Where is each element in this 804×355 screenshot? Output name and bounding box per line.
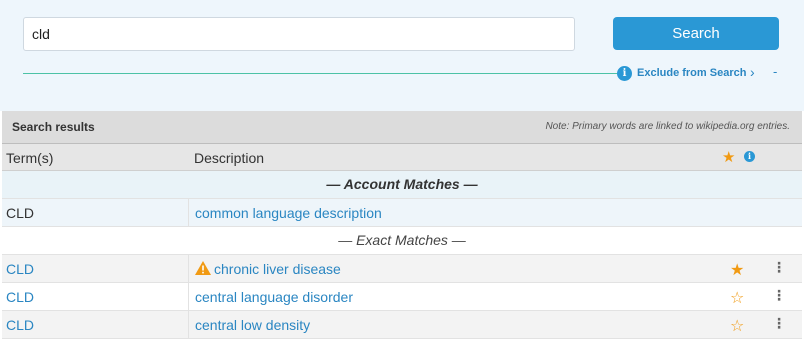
term-link[interactable]: CLD	[6, 317, 34, 333]
table-row: CLD central low density ☆ ⋮	[2, 311, 802, 339]
search-input[interactable]	[23, 17, 575, 51]
star-icon[interactable]: ★	[722, 148, 735, 166]
results-note: Note: Primary words are linked to wikipe…	[545, 121, 790, 132]
star-outline-icon[interactable]: ☆	[730, 288, 744, 308]
description-link[interactable]: common language description	[195, 205, 382, 221]
table-row: CLD common language description	[2, 199, 802, 227]
more-options-icon[interactable]: ⋮	[772, 316, 786, 330]
collapse-icon[interactable]: -	[773, 64, 777, 79]
description-link[interactable]: central language disorder	[195, 289, 353, 305]
group-label: — Account Matches —	[326, 176, 478, 192]
term-link[interactable]: CLD	[6, 261, 34, 277]
description-text: chronic liver disease	[214, 261, 341, 277]
info-icon[interactable]: i	[744, 151, 755, 162]
column-separator	[188, 311, 189, 338]
warning-icon	[195, 261, 211, 275]
column-header-description: Description	[194, 150, 265, 166]
more-options-icon[interactable]: ⋮	[772, 260, 786, 274]
chevron-right-icon[interactable]: ›	[750, 64, 755, 80]
column-header-term: Term(s)	[6, 150, 54, 166]
more-options-icon[interactable]: ⋮	[772, 288, 786, 302]
results-title: Search results	[12, 120, 95, 134]
column-separator	[188, 283, 189, 310]
results-table: Term(s) Description ★ i — Account Matche…	[2, 143, 802, 339]
description-link[interactable]: central low density	[195, 317, 310, 333]
group-label: — Exact Matches —	[338, 232, 466, 248]
divider-line	[23, 73, 623, 74]
star-filled-icon[interactable]: ★	[730, 260, 744, 280]
term-cell: CLD	[6, 205, 35, 221]
group-header-account-matches: — Account Matches —	[2, 171, 802, 199]
exclude-from-search-link[interactable]: Exclude from Search	[637, 67, 746, 79]
column-separator	[188, 199, 189, 226]
group-header-exact-matches: — Exact Matches —	[2, 227, 802, 255]
search-panel: Search i Exclude from Search › -	[0, 0, 804, 111]
info-icon[interactable]: i	[617, 66, 632, 81]
star-outline-icon[interactable]: ☆	[730, 316, 744, 336]
table-row: CLD central language disorder ☆ ⋮	[2, 283, 802, 311]
table-row: CLD chronic liver disease ★ ⋮	[2, 255, 802, 283]
search-button[interactable]: Search	[613, 17, 779, 50]
column-separator	[188, 255, 189, 282]
table-header: Term(s) Description ★ i	[2, 143, 802, 171]
term-link[interactable]: CLD	[6, 289, 34, 305]
results-header: Search results Note: Primary words are l…	[2, 111, 802, 143]
description-link[interactable]: chronic liver disease	[195, 261, 341, 277]
